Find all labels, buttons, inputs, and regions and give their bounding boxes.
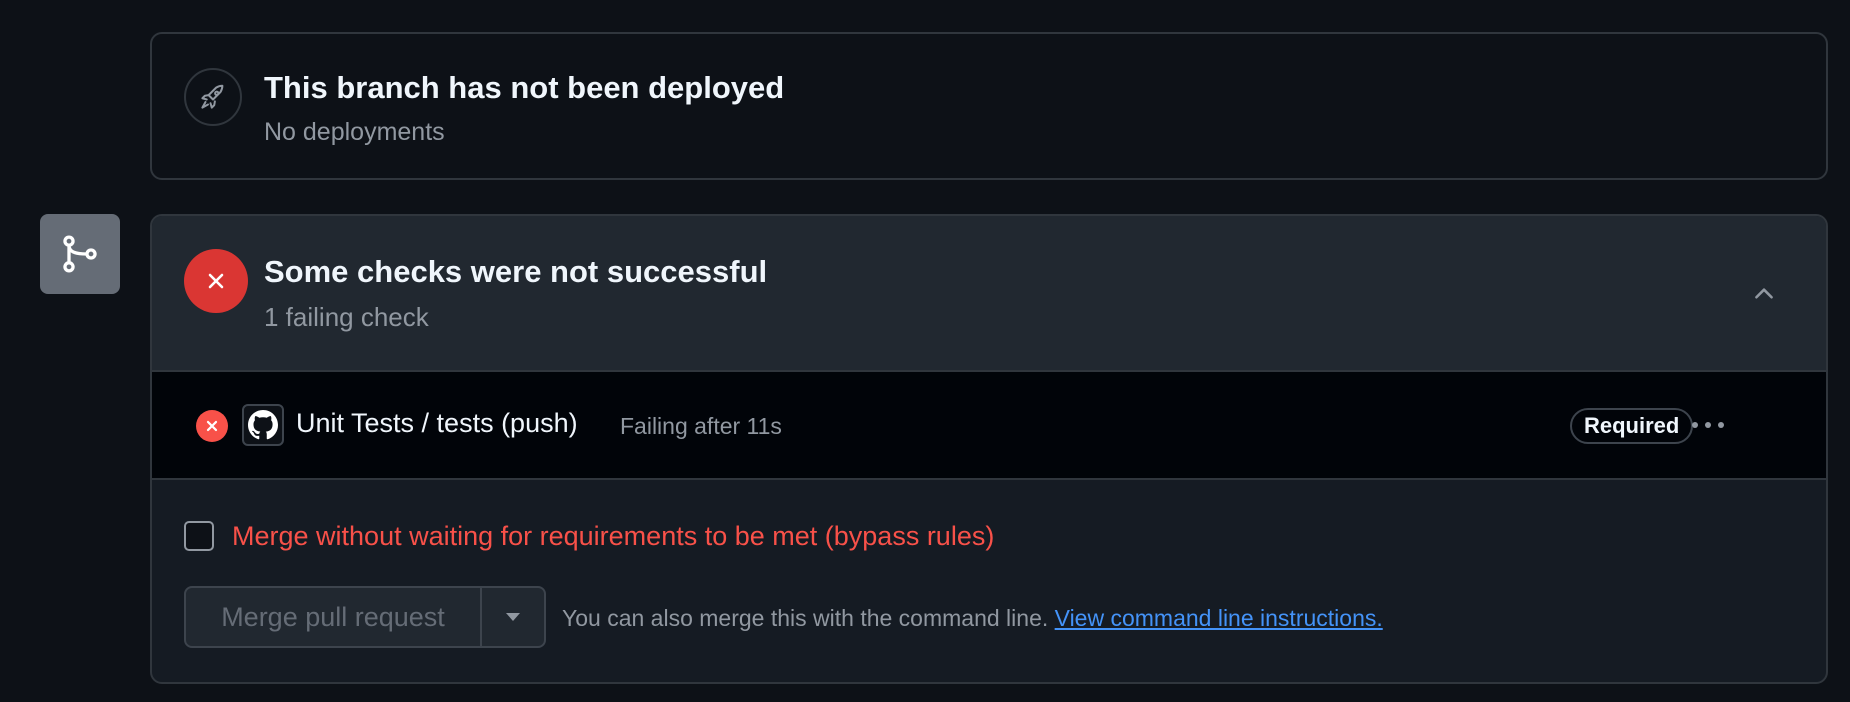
check-row[interactable]: Unit Tests / tests (push) Failing after … [152,372,1826,480]
x-circle-icon [184,249,248,313]
bypass-rules-row: Merge without waiting for requirements t… [184,518,994,554]
bypass-label[interactable]: Merge without waiting for requirements t… [232,521,994,552]
check-name[interactable]: Unit Tests / tests (push) [296,408,578,439]
merge-button-group: Merge pull request [184,586,546,648]
merge-box: Some checks were not successful 1 failin… [150,214,1828,684]
check-status-text: Failing after 11s [620,413,782,439]
rocket-icon [184,68,242,126]
command-line-helper: You can also merge this with the command… [562,605,1383,632]
pull-request-merge-area: This branch has not been deployed No dep… [0,0,1850,702]
merge-pull-request-button[interactable]: Merge pull request [186,588,482,646]
deployment-status-box: This branch has not been deployed No dep… [150,32,1828,180]
checks-subtitle: 1 failing check [264,302,429,332]
x-circle-icon [196,410,228,442]
deployment-subtitle: No deployments [264,118,445,146]
triangle-down-icon[interactable] [482,588,544,646]
bypass-checkbox[interactable] [184,521,214,551]
command-line-helper-text: You can also merge this with the command… [562,605,1049,631]
kebab-horizontal-icon[interactable] [1688,410,1728,440]
view-command-line-instructions-link[interactable]: View command line instructions. [1055,605,1383,631]
deployment-title: This branch has not been deployed [264,70,785,105]
github-icon [242,404,284,446]
chevron-up-icon[interactable] [1746,276,1782,312]
checks-summary-header: Some checks were not successful 1 failin… [152,216,1826,372]
git-merge-icon [40,214,120,294]
required-badge: Required [1570,408,1694,444]
checks-title: Some checks were not successful [264,254,768,289]
